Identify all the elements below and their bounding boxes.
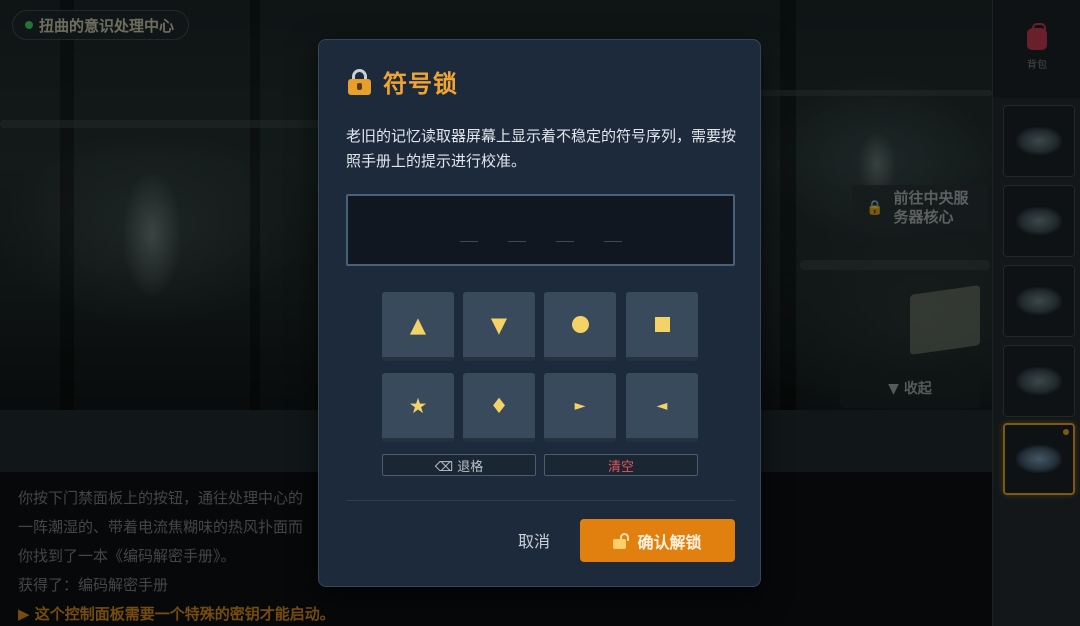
confirm-unlock-button[interactable]: 确认解锁 (580, 519, 735, 562)
lock-icon (347, 68, 373, 96)
key-triangle-up[interactable]: ▲ (382, 292, 454, 361)
key-circle[interactable] (544, 292, 616, 361)
key-star[interactable]: ★ (382, 373, 454, 442)
symbol-display (346, 194, 735, 266)
dialog-title: 符号锁 (383, 69, 458, 98)
symbol-lock-dialog: 符号锁 老旧的记忆读取器屏幕上显示着不稳定的符号序列，需要按照手册上的提示进行校… (318, 39, 761, 587)
key-triangle-down[interactable]: ▼ (463, 292, 535, 361)
confirm-unlock-label: 确认解锁 (637, 532, 702, 552)
display-slot (603, 240, 622, 242)
dialog-description: 老旧的记忆读取器屏幕上显示着不稳定的符号序列，需要按照手册上的提示进行校准。 (346, 127, 737, 170)
display-slot (459, 240, 478, 242)
key-arrow-right[interactable]: ► (544, 373, 616, 442)
display-slot (507, 240, 526, 242)
key-arrow-left[interactable]: ◄ (626, 373, 698, 442)
circle-icon (571, 316, 589, 333)
backspace-button[interactable]: ⌫ 退格 (382, 454, 536, 476)
key-diamond[interactable]: ♦ (463, 373, 535, 442)
cancel-button[interactable]: 取消 (504, 519, 564, 561)
unlock-icon (613, 532, 630, 549)
dialog-header: 符号锁 (347, 64, 458, 99)
dialog-divider (346, 500, 735, 501)
display-slot (555, 240, 574, 242)
key-square[interactable] (626, 292, 698, 361)
square-icon (654, 317, 670, 332)
clear-button[interactable]: 清空 (544, 454, 698, 476)
